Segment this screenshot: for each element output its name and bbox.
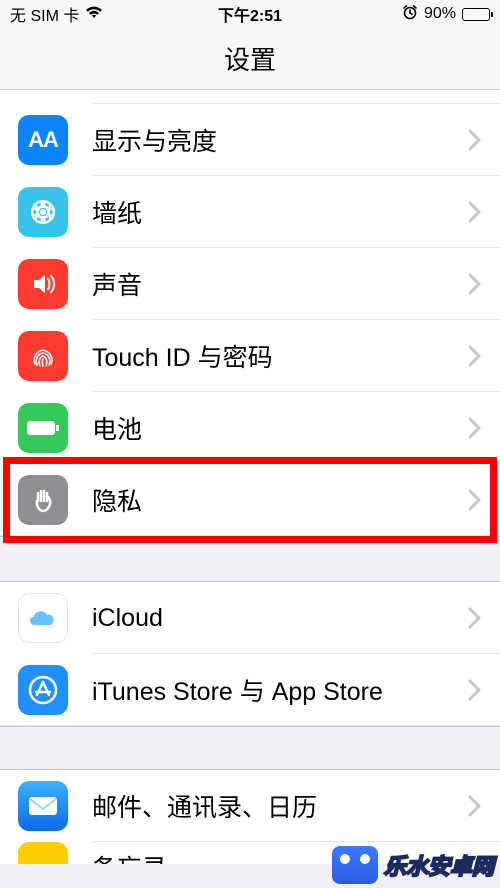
privacy-hand-icon [18, 475, 68, 525]
chevron-right-icon [468, 129, 482, 151]
row-label: iCloud [92, 604, 468, 633]
settings-row-wallpaper[interactable]: 墙纸 [0, 176, 500, 248]
battery-icon [462, 8, 490, 21]
chevron-right-icon [468, 273, 482, 295]
wallpaper-icon [18, 187, 68, 237]
chevron-right-icon [468, 607, 482, 629]
alarm-icon [402, 4, 418, 25]
chevron-right-icon [468, 201, 482, 223]
battery-icon [18, 403, 68, 453]
settings-row-touchid[interactable]: Touch ID 与密码 [0, 320, 500, 392]
group-separator [0, 536, 500, 582]
page-title: 设置 [224, 40, 276, 77]
row-label: 显示与亮度 [92, 122, 468, 158]
carrier-text: 无 SIM 卡 [10, 2, 79, 26]
settings-row-privacy[interactable]: 隐私 [0, 464, 500, 536]
notes-icon [18, 842, 68, 864]
chevron-right-icon [468, 489, 482, 511]
settings-row-icloud[interactable]: iCloud [0, 582, 500, 654]
display-brightness-icon: AA [18, 115, 68, 165]
chevron-right-icon [468, 679, 482, 701]
row-label: 电池 [92, 410, 468, 446]
battery-pct: 90% [424, 5, 456, 23]
watermark-text: 乐水安卓网 [384, 849, 494, 881]
row-label: 邮件、通讯录、日历 [92, 788, 468, 824]
chevron-right-icon [468, 417, 482, 439]
settings-row-battery[interactable]: 电池 [0, 392, 500, 464]
watermark: 乐水安卓网 [332, 846, 494, 884]
settings-group-2: iCloud iTunes Store 与 App Store [0, 582, 500, 726]
status-time: 下午2:51 [218, 2, 282, 26]
partial-prev-row [0, 90, 500, 104]
settings-row-itunes[interactable]: iTunes Store 与 App Store [0, 654, 500, 726]
row-label: 声音 [92, 266, 468, 302]
row-label: Touch ID 与密码 [92, 338, 468, 374]
chevron-right-icon [468, 345, 482, 367]
row-label: iTunes Store 与 App Store [92, 672, 468, 708]
row-label: 墙纸 [92, 194, 468, 230]
group-separator [0, 726, 500, 770]
fingerprint-icon [18, 331, 68, 381]
status-bar: 无 SIM 卡 下午2:51 90% [0, 0, 500, 28]
nav-bar: 设置 [0, 28, 500, 90]
appstore-icon [18, 665, 68, 715]
icloud-icon [18, 593, 68, 643]
settings-row-mail[interactable]: 邮件、通讯录、日历 [0, 770, 500, 842]
row-label: 隐私 [92, 482, 468, 518]
wifi-icon [85, 5, 103, 24]
watermark-logo-icon [332, 846, 378, 884]
settings-group-1: AA 显示与亮度 墙纸 声音 Touch ID 与密码 电池 [0, 90, 500, 536]
settings-row-sound[interactable]: 声音 [0, 248, 500, 320]
mail-icon [18, 781, 68, 831]
sound-icon [18, 259, 68, 309]
settings-row-display[interactable]: AA 显示与亮度 [0, 104, 500, 176]
chevron-right-icon [468, 795, 482, 817]
